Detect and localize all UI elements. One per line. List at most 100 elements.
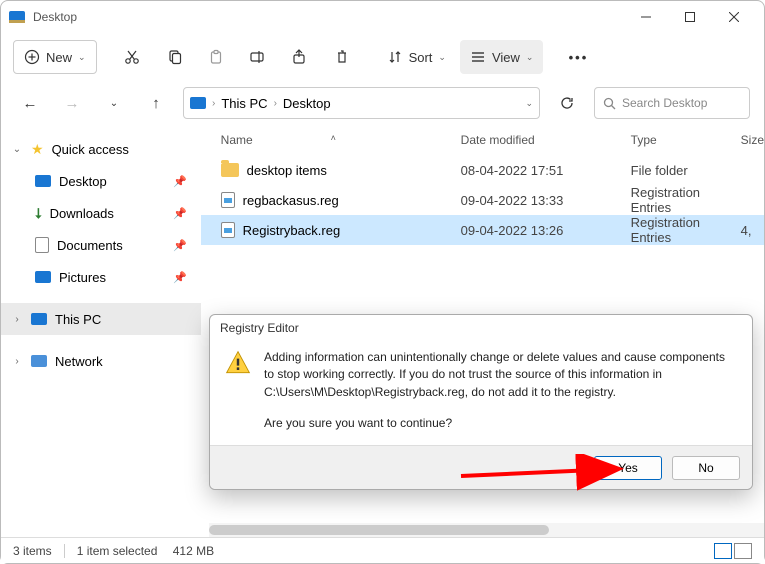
paste-button[interactable] [197, 40, 235, 74]
chevron-down-icon: ⌄ [11, 144, 23, 155]
pc-icon [190, 97, 206, 109]
col-size[interactable]: Size [741, 133, 764, 147]
sort-button[interactable]: Sort ⌄ [377, 40, 456, 74]
horizontal-scrollbar[interactable] [209, 523, 764, 537]
file-row[interactable]: regbackasus.reg 09-04-2022 13:33 Registr… [201, 185, 764, 215]
sort-icon [387, 49, 403, 65]
pictures-icon [35, 271, 51, 283]
forward-button[interactable]: → [57, 88, 87, 118]
view-icon [470, 49, 486, 65]
chevron-down-icon: ⌄ [438, 52, 446, 63]
pc-icon [31, 313, 47, 325]
plus-circle-icon [24, 49, 40, 65]
refresh-icon [559, 95, 575, 111]
breadcrumb-current[interactable]: Desktop [283, 96, 331, 111]
reg-file-icon [221, 222, 235, 238]
file-row[interactable]: desktop items 08-04-2022 17:51 File fold… [201, 155, 764, 185]
chevron-right-icon: › [11, 314, 23, 325]
file-type: Registration Entries [631, 215, 741, 245]
registry-dialog: Registry Editor Adding information can u… [209, 314, 753, 490]
view-label: View [492, 50, 520, 65]
refresh-button[interactable] [552, 88, 582, 118]
new-button[interactable]: New ⌄ [13, 40, 97, 74]
icons-view-button[interactable] [734, 543, 752, 559]
file-name: Registryback.reg [243, 223, 341, 238]
chevron-right-icon: › [212, 98, 215, 109]
sidebar-item-downloads[interactable]: ⭣ Downloads 📌 [1, 197, 201, 229]
chevron-down-icon[interactable]: ⌄ [525, 98, 533, 109]
share-button[interactable] [281, 40, 319, 74]
file-size: 4, [741, 223, 764, 238]
close-button[interactable] [712, 2, 756, 32]
more-button[interactable]: ••• [559, 40, 597, 74]
view-button[interactable]: View ⌄ [460, 40, 544, 74]
chevron-down-icon: ⌄ [78, 52, 86, 63]
address-row: ← → ⌄ ↑ › This PC › Desktop ⌄ Search Des… [1, 81, 764, 125]
ellipsis-icon: ••• [569, 50, 589, 65]
clipboard-icon [208, 49, 224, 65]
details-view-button[interactable] [714, 543, 732, 559]
breadcrumb-root[interactable]: This PC [221, 96, 267, 111]
sidebar-label: Pictures [59, 270, 106, 285]
sidebar-quick-access[interactable]: ⌄ ★ Quick access [1, 133, 201, 165]
status-selection: 1 item selected [77, 544, 158, 558]
pin-icon: 📌 [173, 207, 187, 220]
sidebar-label: Network [55, 354, 103, 369]
sidebar-item-pictures[interactable]: Pictures 📌 [1, 261, 201, 293]
file-name: regbackasus.reg [243, 193, 339, 208]
minimize-button[interactable] [624, 2, 668, 32]
sort-label: Sort [409, 50, 433, 65]
sidebar-item-desktop[interactable]: Desktop 📌 [1, 165, 201, 197]
column-header[interactable]: Name ˄ Date modified Type Size [201, 125, 764, 155]
pin-icon: 📌 [173, 175, 187, 188]
search-icon [603, 97, 616, 110]
chevron-right-icon: › [11, 356, 23, 367]
desktop-icon [35, 175, 51, 187]
yes-button[interactable]: Yes [594, 456, 662, 480]
window-title: Desktop [33, 10, 77, 24]
sidebar-label: Desktop [59, 174, 107, 189]
delete-button[interactable] [323, 40, 361, 74]
scrollbar-thumb[interactable] [209, 525, 549, 535]
view-mode-switch[interactable] [714, 543, 752, 559]
file-type: Registration Entries [631, 185, 741, 215]
trash-icon [334, 49, 350, 65]
status-count: 3 items [13, 544, 52, 558]
star-icon: ★ [31, 141, 44, 158]
sidebar-item-documents[interactable]: Documents 📌 [1, 229, 201, 261]
up-button[interactable]: ↑ [141, 88, 171, 118]
dialog-title: Registry Editor [210, 315, 752, 343]
copy-button[interactable] [155, 40, 193, 74]
cut-button[interactable] [113, 40, 151, 74]
network-icon [31, 355, 47, 367]
col-type[interactable]: Type [631, 133, 657, 147]
sidebar: ⌄ ★ Quick access Desktop 📌 ⭣ Downloads 📌… [1, 125, 201, 537]
sort-asc-icon: ˄ [331, 133, 336, 143]
pin-icon: 📌 [173, 271, 187, 284]
file-name: desktop items [247, 163, 327, 178]
chevron-right-icon: › [274, 98, 277, 109]
file-row-selected[interactable]: Registryback.reg 09-04-2022 13:26 Regist… [201, 215, 764, 245]
history-chevron[interactable]: ⌄ [99, 88, 129, 118]
document-icon [35, 237, 49, 253]
no-button[interactable]: No [672, 456, 740, 480]
rename-button[interactable] [239, 40, 277, 74]
maximize-button[interactable] [668, 2, 712, 32]
file-date: 09-04-2022 13:33 [461, 193, 631, 208]
dialog-question: Are you sure you want to continue? [264, 415, 738, 432]
status-size: 412 MB [173, 544, 214, 558]
warning-icon [224, 349, 252, 377]
search-input[interactable]: Search Desktop [594, 87, 750, 119]
breadcrumb[interactable]: › This PC › Desktop ⌄ [183, 87, 540, 119]
sidebar-label: This PC [55, 312, 101, 327]
back-button[interactable]: ← [15, 88, 45, 118]
sidebar-item-network[interactable]: › Network [1, 345, 201, 377]
download-icon: ⭣ [35, 205, 42, 222]
dialog-message: Adding information can unintentionally c… [264, 349, 738, 401]
share-icon [291, 49, 309, 65]
toolbar: New ⌄ Sort ⌄ View ⌄ ••• [1, 33, 764, 81]
col-name[interactable]: Name [221, 133, 253, 147]
pin-icon: 📌 [173, 239, 187, 252]
col-date[interactable]: Date modified [461, 133, 535, 147]
sidebar-item-this-pc[interactable]: › This PC [1, 303, 201, 335]
